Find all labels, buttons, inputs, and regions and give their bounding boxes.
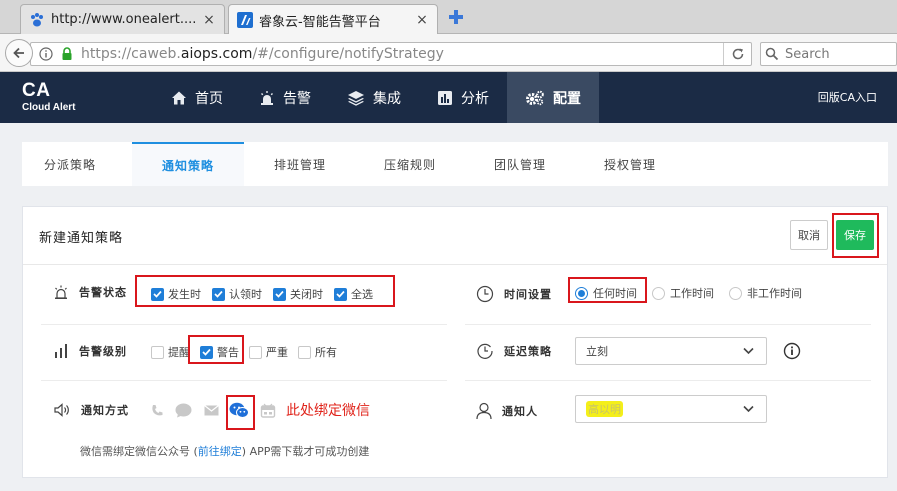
logo-subtitle: Cloud Alert	[22, 102, 76, 113]
delay-strategy-label: 延迟策略	[476, 342, 552, 360]
search-input[interactable]: Search	[760, 42, 897, 66]
user-icon	[476, 402, 492, 420]
tab-team[interactable]: 团队管理	[464, 142, 576, 186]
bar-chart-icon	[437, 90, 453, 106]
tab-dispatch-strategy[interactable]: 分派策略	[22, 142, 118, 186]
bind-wechat-annotation: 此处绑定微信	[286, 403, 370, 419]
notify-method-label: 通知方式	[53, 402, 129, 418]
radio[interactable]	[652, 286, 665, 300]
app-header: CA Cloud Alert 首页 告警 集成 分析 配置 回版CA入口	[0, 72, 897, 123]
divider	[41, 324, 447, 325]
alert-status-highlight-box	[135, 275, 395, 307]
url-bar[interactable]: https://caweb.aiops.com/#/configure/noti…	[30, 42, 752, 66]
nav-alarm[interactable]: 告警	[241, 72, 329, 123]
reload-icon[interactable]	[723, 43, 751, 65]
wechat-highlight-box	[226, 395, 255, 430]
nav-integration[interactable]: 集成	[329, 72, 419, 123]
chevron-down-icon	[743, 347, 754, 355]
browser-tab-onealert[interactable]: http://www.onealert.... ×	[20, 4, 225, 34]
notifier-select[interactable]: 高以明	[575, 395, 767, 423]
nav-config[interactable]: 配置	[507, 72, 599, 123]
chat-bubble-icon[interactable]	[175, 403, 192, 418]
tab-authorization[interactable]: 授权管理	[576, 142, 684, 186]
tab-compress-rules[interactable]: 压缩规则	[356, 142, 464, 186]
time-setting-label: 时间设置	[476, 285, 552, 303]
nav-label: 首页	[195, 90, 223, 107]
divider	[465, 380, 871, 381]
nav-label: 分析	[461, 90, 489, 107]
divider	[465, 324, 871, 325]
mail-icon[interactable]	[204, 405, 219, 416]
home-icon	[171, 90, 187, 106]
alarm-light-icon	[259, 90, 275, 106]
tab-schedule[interactable]: 排班管理	[244, 142, 356, 186]
nav-label: 告警	[283, 90, 311, 107]
checkbox-remind[interactable]: 提醒	[151, 344, 190, 360]
gears-icon	[525, 90, 545, 106]
nav-label: 配置	[553, 90, 581, 107]
alarm-light-icon	[53, 284, 69, 300]
radio-work-time[interactable]: 工作时间	[652, 285, 714, 301]
paw-icon	[29, 12, 45, 28]
back-button[interactable]	[5, 39, 33, 67]
browser-tab-caweb[interactable]: 睿象云-智能告警平台 ×	[228, 4, 438, 35]
alert-status-label: 告警状态	[53, 284, 127, 300]
delay-strategy-select[interactable]: 立刻	[575, 337, 767, 365]
tab-title: 睿象云-智能告警平台	[259, 14, 381, 30]
nav-analysis[interactable]: 分析	[419, 72, 507, 123]
speaker-icon	[53, 402, 71, 418]
notifier-label: 通知人	[476, 402, 538, 420]
search-placeholder: Search	[785, 46, 830, 62]
close-icon[interactable]: ×	[415, 12, 429, 28]
timer-icon	[476, 342, 494, 360]
lock-icon	[61, 47, 75, 61]
bind-link[interactable]: 前往绑定	[198, 445, 242, 458]
cancel-button[interactable]: 取消	[790, 220, 828, 250]
signal-bars-icon	[53, 343, 69, 359]
save-highlight-box	[832, 213, 879, 258]
tab-title: http://www.onealert....	[51, 12, 197, 27]
old-version-link[interactable]: 回版CA入口	[818, 89, 877, 105]
layers-icon	[347, 90, 365, 106]
search-icon	[765, 47, 779, 61]
app-icon[interactable]	[260, 403, 276, 419]
browser-tab-bar: http://www.onealert.... × 睿象云-智能告警平台 ×	[0, 0, 897, 35]
nav-home[interactable]: 首页	[155, 72, 241, 123]
url-text: https://caweb.aiops.com/#/configure/noti…	[81, 46, 444, 62]
radio-non-work-time[interactable]: 非工作时间	[729, 285, 802, 301]
checkbox[interactable]	[298, 345, 311, 359]
checkbox-all[interactable]: 所有	[298, 344, 337, 360]
main-nav: 首页 告警 集成 分析 配置	[155, 72, 599, 123]
time-setting-highlight-box	[568, 277, 647, 303]
close-icon[interactable]: ×	[202, 12, 216, 28]
logo[interactable]: CA Cloud Alert	[22, 81, 76, 114]
clock-icon	[476, 285, 494, 303]
notify-hint: 微信需绑定微信公众号 (前往绑定) APP需下载才可成功创建	[80, 445, 370, 458]
new-tab-plus-icon[interactable]	[448, 9, 464, 25]
phone-icon[interactable]	[151, 404, 163, 417]
browser-nav-bar: https://caweb.aiops.com/#/configure/noti…	[0, 34, 897, 72]
sub-tabs: 分派策略 通知策略 排班管理 压缩规则 团队管理 授权管理	[22, 142, 888, 186]
alert-level-label: 告警级别	[53, 343, 127, 359]
card-title: 新建通知策略	[39, 231, 124, 246]
logo-title: CA	[22, 80, 51, 101]
strategy-form-card: 新建通知策略 取消 保存 告警状态 发生时 认领时 关闭时 全选 时间设置 任何…	[22, 206, 888, 478]
radio[interactable]	[729, 286, 742, 300]
chevron-down-icon	[743, 405, 754, 413]
notifier-value: 高以明	[586, 401, 623, 417]
info-icon[interactable]	[783, 342, 801, 360]
checkbox[interactable]	[151, 345, 164, 359]
site-logo-icon	[237, 12, 253, 28]
divider	[41, 380, 447, 381]
nav-label: 集成	[373, 90, 401, 107]
checkbox[interactable]	[249, 345, 262, 359]
alert-level-highlight-box	[188, 335, 244, 364]
tab-notify-strategy[interactable]: 通知策略	[132, 142, 244, 186]
checkbox-severe[interactable]: 严重	[249, 344, 288, 360]
info-icon[interactable]	[39, 47, 57, 61]
divider	[23, 264, 887, 265]
